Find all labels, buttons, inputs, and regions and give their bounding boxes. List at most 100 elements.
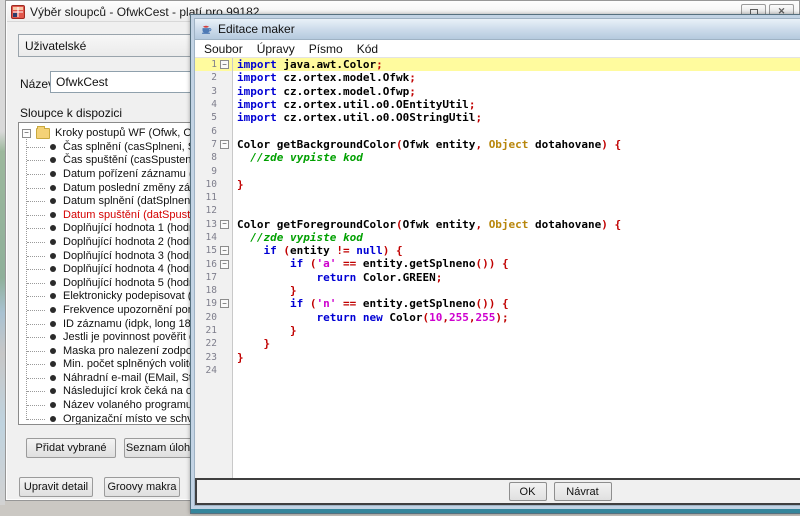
code-line-9[interactable]: [233, 164, 800, 177]
edit-detail-button[interactable]: Upravit detail: [19, 477, 93, 497]
fold-collapse-icon[interactable]: −: [220, 220, 229, 229]
code-token: Color.GREEN: [356, 271, 435, 284]
code-token: if: [290, 297, 303, 310]
code-line-16[interactable]: if ('a' == entity.getSplneno()) {: [233, 257, 800, 270]
code-token: );: [495, 311, 508, 324]
code-line-21[interactable]: }: [233, 324, 800, 337]
tree-item-label: Náhradní e-mail (EMail, Stri: [63, 372, 198, 384]
task-list-button[interactable]: Seznam úloh: [124, 438, 192, 458]
editor-menubar: SouborÚpravyPísmoKód: [195, 40, 800, 58]
code-line-15[interactable]: if (entity != null) {: [233, 244, 800, 257]
code-token: (: [396, 218, 403, 231]
code-token: [237, 311, 316, 324]
tree-item-label: Doplňující hodnota 4 (hodn: [63, 263, 195, 275]
code-line-24[interactable]: [233, 364, 800, 377]
menu-pismo[interactable]: Písmo: [302, 42, 350, 56]
folder-icon: [36, 128, 50, 139]
ok-button[interactable]: OK: [509, 482, 547, 501]
line-number-gutter[interactable]: 1−234567−8910111213−1415−16−171819−20212…: [195, 58, 233, 478]
code-line-22[interactable]: }: [233, 337, 800, 350]
code-line-20[interactable]: return new Color(10,255,255);: [233, 311, 800, 324]
code-line-8[interactable]: //zde vypiste kod: [233, 151, 800, 164]
return-button[interactable]: Návrat: [554, 482, 612, 501]
tree-item-label: Doplňující hodnota 1 (hodn: [63, 222, 195, 234]
code-line-19[interactable]: if ('n' == entity.getSplneno()) {: [233, 297, 800, 310]
line-number: 16: [195, 259, 217, 270]
code-token: Ofwk entity: [403, 138, 476, 151]
bullet-icon: [50, 402, 56, 408]
code-line-10[interactable]: }: [233, 178, 800, 191]
code-line-18[interactable]: }: [233, 284, 800, 297]
line-number: 14: [195, 232, 217, 243]
code-token: Object: [489, 138, 529, 151]
tree-item-label: Frekvence upozornění pomo: [63, 304, 203, 316]
code-line-23[interactable]: }: [233, 351, 800, 364]
code-token: }: [264, 337, 271, 350]
code-line-1[interactable]: import java.awt.Color;: [233, 58, 800, 71]
menu-kod[interactable]: Kód: [350, 42, 385, 56]
code-token: [303, 257, 310, 270]
gutter-line-5: 5: [195, 111, 232, 124]
code-token: ==: [343, 297, 356, 310]
tree-item-label: Čas splnění (casSplneni, Sh: [63, 141, 201, 153]
bullet-icon: [50, 280, 56, 286]
tree-root-node[interactable]: − Kroky postupů WF (Ofwk, Ofw: [19, 126, 203, 140]
bullet-icon: [50, 225, 56, 231]
tree-item-label: Doplňující hodnota 3 (hodn: [63, 250, 195, 262]
code-line-2[interactable]: import cz.ortex.model.Ofwk;: [233, 71, 800, 84]
code-line-6[interactable]: [233, 124, 800, 137]
fold-collapse-icon[interactable]: −: [220, 246, 229, 255]
add-selected-button[interactable]: Přidat vybrané: [26, 438, 116, 458]
code-area[interactable]: 1−234567−8910111213−1415−16−171819−20212…: [195, 58, 800, 478]
menu-soubor[interactable]: Soubor: [197, 42, 250, 56]
line-number: 19: [195, 298, 217, 309]
line-number: 11: [195, 192, 217, 203]
tree-branch-line: [27, 269, 45, 270]
line-number: 1: [195, 59, 217, 70]
code-line-12[interactable]: [233, 204, 800, 217]
gutter-line-22: 22: [195, 337, 232, 350]
fold-collapse-icon[interactable]: −: [220, 140, 229, 149]
code-token: [336, 257, 343, 270]
tree-branch-line: [27, 228, 45, 229]
gutter-line-20: 20: [195, 311, 232, 324]
code-line-11[interactable]: [233, 191, 800, 204]
bullet-icon: [50, 293, 56, 299]
window-title: Editace maker: [218, 22, 295, 36]
code-line-14[interactable]: //zde vypiste kod: [233, 231, 800, 244]
code-line-7[interactable]: Color getBackgroundColor(Ofwk entity, Ob…: [233, 138, 800, 151]
line-number: 2: [195, 72, 217, 83]
code-line-17[interactable]: return Color.GREEN;: [233, 271, 800, 284]
gutter-line-17: 17: [195, 271, 232, 284]
java-app-icon: [199, 22, 213, 36]
code-line-3[interactable]: import cz.ortex.model.Ofwp;: [233, 85, 800, 98]
gutter-line-2: 2: [195, 71, 232, 84]
fold-collapse-icon[interactable]: −: [220, 299, 229, 308]
code-token: return: [316, 311, 356, 324]
bullet-icon: [50, 239, 56, 245]
line-number: 20: [195, 312, 217, 323]
code-line-4[interactable]: import cz.ortex.util.o0.OEntityUtil;: [233, 98, 800, 111]
code-line-5[interactable]: import cz.ortex.util.o0.O0StringUtil;: [233, 111, 800, 124]
bullet-icon: [50, 185, 56, 191]
code-token: 255: [475, 311, 495, 324]
line-number: 9: [195, 166, 217, 177]
fold-collapse-icon[interactable]: −: [220, 60, 229, 69]
code-token: entity.getSplneno: [356, 257, 475, 270]
tree-item-label: Datum spuštění (datSpuste: [63, 209, 196, 221]
code-token: ) {: [383, 244, 403, 257]
gutter-line-13: 13−: [195, 218, 232, 231]
fold-collapse-icon[interactable]: −: [220, 260, 229, 269]
code-token: 10: [429, 311, 442, 324]
code-line-13[interactable]: Color getForegroundColor(Ofwk entity, Ob…: [233, 218, 800, 231]
bullet-icon: [50, 266, 56, 272]
gutter-line-15: 15−: [195, 244, 232, 257]
code-token: entity: [290, 244, 336, 257]
code-token: java.awt.Color: [277, 58, 376, 71]
menu-upravy[interactable]: Úpravy: [250, 42, 302, 56]
code-text[interactable]: import java.awt.Color;import cz.ortex.mo…: [233, 58, 800, 478]
code-token: import: [237, 71, 277, 84]
collapse-icon[interactable]: −: [22, 129, 31, 138]
groovy-macros-button[interactable]: Groovy makra: [104, 477, 180, 497]
macro-editor-titlebar[interactable]: Editace maker: [195, 19, 800, 40]
